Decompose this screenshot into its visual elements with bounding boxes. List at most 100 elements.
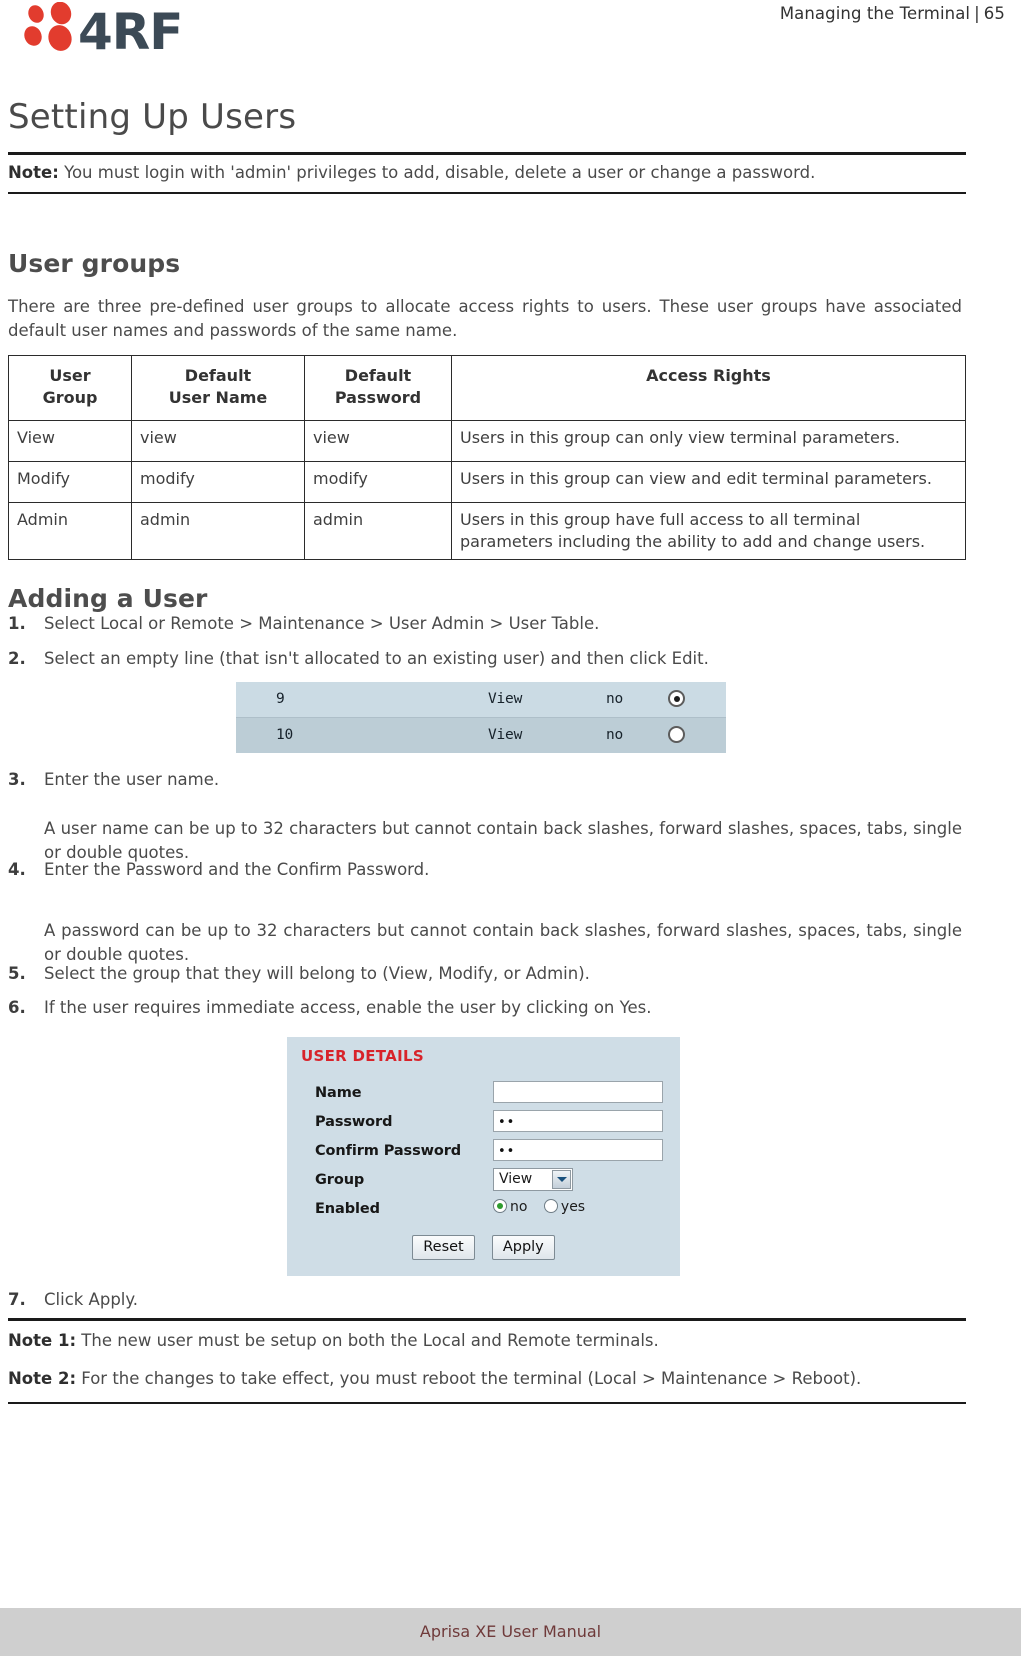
password-field-value: •• — [498, 1115, 516, 1130]
step-7-text: Click Apply. — [44, 1290, 139, 1309]
top-note: Note: You must login with 'admin' privil… — [8, 163, 815, 182]
column-header-default-password-line2: Password — [334, 388, 422, 407]
bottom-notes-rule-bottom — [8, 1402, 966, 1404]
user-table-row-10-group: View — [488, 727, 523, 743]
user-table-row-10-enabled: no — [606, 727, 624, 743]
apply-button[interactable]: Apply — [491, 1235, 555, 1260]
step-4-detail: A password can be up to 32 characters bu… — [44, 920, 962, 964]
step-5: 5. Select the group that they will belon… — [8, 962, 948, 986]
header-section-title: Managing the Terminal — [779, 4, 971, 23]
user-table-row-9-radio[interactable] — [668, 690, 685, 711]
cell-access: Users in this group can only view termin… — [451, 420, 966, 462]
step-7-number: 7. — [8, 1290, 26, 1309]
step-3-text: Enter the user name. — [44, 770, 220, 789]
step-3-number: 3. — [8, 770, 26, 789]
radio-selected-icon — [493, 1199, 507, 1213]
step-4: 4. Enter the Password and the Confirm Pa… — [8, 858, 948, 882]
top-note-label: Note: — [8, 163, 59, 182]
user-table-row-10[interactable]: 10 View no — [236, 717, 726, 753]
radio-unselected-icon — [543, 1199, 558, 1213]
confirm-password-field-value: •• — [498, 1144, 516, 1159]
step-6-text: If the user requires immediate access, e… — [44, 998, 652, 1017]
step-2-text: Select an empty line (that isn't allocat… — [44, 649, 709, 668]
cell-group: Modify — [8, 461, 132, 503]
step-3: 3. Enter the user name. — [8, 768, 948, 792]
user-table-row-9-group: View — [488, 691, 523, 707]
logo-icon: 4RF — [24, 2, 183, 54]
user-details-name-row: Name — [287, 1081, 680, 1109]
group-select[interactable]: View — [493, 1168, 573, 1191]
cell-access: Users in this group can view and edit te… — [451, 461, 966, 503]
bottom-note-1-label: Note 1: — [8, 1331, 77, 1350]
enabled-radio-yes-label: yes — [560, 1199, 586, 1215]
column-header-access-rights: Access Rights — [451, 355, 966, 421]
document-page: 4RF Managing the Terminal | 65 Setting Up … — [0, 0, 1021, 1656]
cell-group: Admin — [8, 502, 132, 560]
enabled-radio-no[interactable]: no — [493, 1199, 527, 1215]
step-1: 1. Select Local or Remote > Maintenance … — [8, 612, 948, 636]
group-select-value: View — [499, 1171, 533, 1187]
cell-password: view — [304, 420, 452, 462]
radio-unselected-icon — [668, 726, 685, 743]
bottom-notes-rule-top — [8, 1318, 966, 1321]
user-table-row-9-enabled: no — [606, 691, 624, 707]
table-row: Admin admin admin Users in this group ha… — [8, 502, 966, 560]
bottom-note-2-text: For the changes to take effect, you must… — [76, 1369, 862, 1388]
password-label: Password — [315, 1114, 393, 1130]
step-5-number: 5. — [8, 964, 26, 983]
user-groups-intro: There are three pre-defined user groups … — [8, 296, 962, 340]
user-table-row-10-radio[interactable] — [668, 726, 685, 747]
step-4-number: 4. — [8, 860, 26, 879]
step-1-number: 1. — [8, 614, 26, 633]
user-table-row-9-id: 9 — [276, 691, 285, 707]
user-table-row-10-id: 10 — [276, 727, 294, 743]
password-field[interactable]: •• — [493, 1110, 663, 1132]
user-details-password-row: Password •• — [287, 1110, 680, 1138]
column-header-user-group-line1: User — [49, 366, 91, 385]
footer-text: Aprisa XE User Manual — [419, 1622, 602, 1641]
step-2-number: 2. — [8, 649, 26, 668]
header-breadcrumb: Managing the Terminal | 65 — [780, 4, 1005, 23]
bottom-note-1-text: The new user must be setup on both the L… — [76, 1331, 659, 1350]
chevron-down-icon[interactable] — [552, 1170, 571, 1189]
bottom-note-2-label: Note 2: — [8, 1369, 77, 1388]
header-page-number: 65 — [983, 4, 1005, 23]
user-table-row-9[interactable]: 9 View no — [236, 682, 726, 717]
brand-logo-4rf: 4RF — [14, 2, 214, 54]
heading-adding-a-user: Adding a User — [8, 583, 208, 613]
bottom-note-2: Note 2: For the changes to take effect, … — [8, 1369, 861, 1388]
cell-password: admin — [304, 502, 452, 560]
column-header-default-username-line1: Default — [184, 366, 252, 385]
user-groups-table: User Group Default User Name Default Pas… — [8, 355, 966, 560]
page-title: Setting Up Users — [8, 96, 297, 137]
screenshot-user-table: 9 View no 10 View no — [236, 682, 726, 753]
cell-password: modify — [304, 461, 452, 503]
enabled-label: Enabled — [315, 1201, 380, 1217]
enabled-radio-group: no yes — [493, 1199, 597, 1215]
table-header-row: User Group Default User Name Default Pas… — [8, 355, 966, 421]
svg-text:4RF: 4RF — [78, 3, 182, 54]
reset-button[interactable]: Reset — [412, 1235, 475, 1260]
column-header-user-group: User Group — [8, 355, 132, 421]
top-note-text: You must login with 'admin' privileges t… — [58, 163, 816, 182]
column-header-default-username: Default User Name — [131, 355, 305, 421]
table-row: View view view Users in this group can o… — [8, 420, 966, 462]
cell-username: modify — [131, 461, 305, 503]
step-2: 2. Select an empty line (that isn't allo… — [8, 647, 948, 671]
step-4-text: Enter the Password and the Confirm Passw… — [44, 860, 430, 879]
column-header-default-password: Default Password — [304, 355, 452, 421]
confirm-password-field[interactable]: •• — [493, 1139, 663, 1161]
cell-access: Users in this group have full access to … — [451, 502, 966, 560]
note-rule-bottom — [8, 192, 966, 194]
step-6-number: 6. — [8, 998, 26, 1017]
heading-user-groups: User groups — [8, 248, 181, 278]
name-field[interactable] — [493, 1081, 663, 1103]
bottom-note-1: Note 1: The new user must be setup on bo… — [8, 1331, 659, 1350]
enabled-radio-yes[interactable]: yes — [543, 1199, 586, 1215]
page-header: 4RF Managing the Terminal | 65 — [0, 0, 1021, 62]
enabled-radio-no-label: no — [510, 1199, 528, 1215]
step-5-text: Select the group that they will belong t… — [44, 964, 590, 983]
name-label: Name — [315, 1085, 362, 1101]
column-header-user-group-line2: Group — [42, 388, 98, 407]
header-separator: | — [974, 4, 980, 23]
